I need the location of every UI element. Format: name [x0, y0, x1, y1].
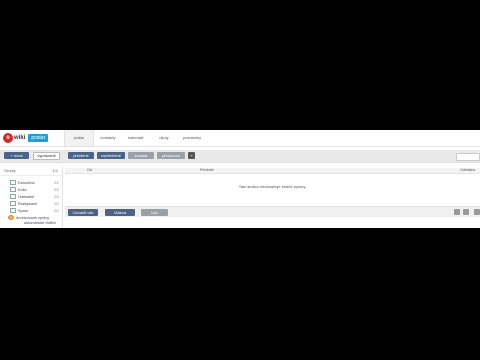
threads-button[interactable]: Vlákna — [105, 209, 135, 216]
move-button[interactable]: přesunout — [157, 152, 185, 159]
folder-label: Rozepsané — [18, 201, 38, 206]
main-nav: pošta kontakty kalendář úkoly poznámky — [64, 130, 206, 146]
nav-contacts[interactable]: kontakty — [94, 130, 122, 146]
folder-archive[interactable]: Archivované zprávy — [8, 215, 49, 220]
folder-label: Doručená — [18, 180, 35, 185]
list-footer: Označit vše Vlákna Info — [65, 206, 480, 217]
folder-count: 0/0 — [54, 209, 59, 213]
folder-icon — [10, 180, 16, 185]
info-button[interactable]: Info — [141, 209, 168, 216]
folder-icon — [10, 208, 16, 213]
nav-calendar[interactable]: kalendář — [122, 130, 150, 146]
folder-count: 0/0 — [54, 188, 59, 192]
folder-trash[interactable]: Koše — [10, 187, 27, 192]
message-list: Od Předmět Odesláno Tato složka neobsahu… — [65, 166, 480, 228]
col-date[interactable]: Odesláno — [460, 168, 475, 172]
folders-title: Složky — [4, 168, 16, 173]
folder-autosort[interactable]: automatické třídění — [24, 221, 56, 225]
archive-icon — [8, 215, 14, 220]
folder-icon — [10, 201, 16, 206]
folder-inbox[interactable]: Doručená — [10, 180, 34, 185]
delete-button[interactable]: smazat — [128, 152, 154, 159]
mail-app-window: e wiki postar pošta kontakty kalendář úk… — [0, 130, 480, 228]
top-bar: e wiki postar pošta kontakty kalendář úk… — [0, 130, 480, 147]
logo-mark: e — [3, 132, 13, 143]
folder-icon — [10, 187, 16, 192]
logo-text: wiki — [14, 134, 26, 141]
empty-message: Tato složka neobsahuje žádné zprávy. — [238, 184, 307, 189]
nav-notes[interactable]: poznámky — [178, 130, 206, 146]
new-message-button[interactable]: + nová — [4, 152, 29, 159]
folder-label: Archivované zprávy — [16, 215, 50, 220]
folder-icon — [10, 194, 16, 199]
mark-unread-button[interactable]: nepřečtené — [97, 152, 125, 159]
folder-label: Odeslané — [18, 194, 35, 199]
folders-header: Složky 1/1 — [0, 166, 62, 176]
folder-label: automatické třídění — [24, 221, 57, 225]
next-page-icon[interactable] — [463, 209, 469, 215]
empty-folder-button[interactable]: vyprázdnit — [33, 152, 60, 160]
prev-page-icon[interactable] — [454, 209, 460, 215]
folder-count: 0/0 — [54, 202, 59, 206]
folders-count: 1/1 — [52, 168, 58, 173]
table-header: Od Předmět Odesláno — [65, 168, 480, 174]
select-all-button[interactable]: Označit vše — [68, 209, 98, 216]
logo[interactable]: e wiki postar — [3, 132, 49, 143]
mark-read-button[interactable]: přečtené — [68, 152, 94, 159]
toolbar: + nová vyprázdnit přečtené nepřečtené sm… — [0, 150, 480, 163]
nav-mail[interactable]: pošta — [64, 130, 94, 146]
folder-count: 0/1 — [54, 181, 59, 185]
folder-drafts[interactable]: Rozepsané — [10, 201, 37, 206]
nav-tasks[interactable]: úkoly — [150, 130, 178, 146]
folder-label: Spam — [18, 208, 28, 213]
folder-label: Koše — [18, 187, 27, 192]
folder-sent[interactable]: Odeslané — [10, 194, 34, 199]
col-subject[interactable]: Předmět — [200, 168, 214, 172]
folder-count: 0/0 — [54, 195, 59, 199]
search-input[interactable] — [456, 153, 480, 161]
folder-spam[interactable]: Spam — [10, 208, 28, 213]
last-page-icon[interactable] — [474, 209, 480, 215]
add-button[interactable]: + — [188, 152, 195, 159]
app-badge: postar — [28, 133, 49, 142]
folder-sidebar: Složky 1/1 Doručená 0/1 Koše 0/0 Odeslan… — [0, 166, 63, 228]
col-from[interactable]: Od — [87, 168, 92, 172]
